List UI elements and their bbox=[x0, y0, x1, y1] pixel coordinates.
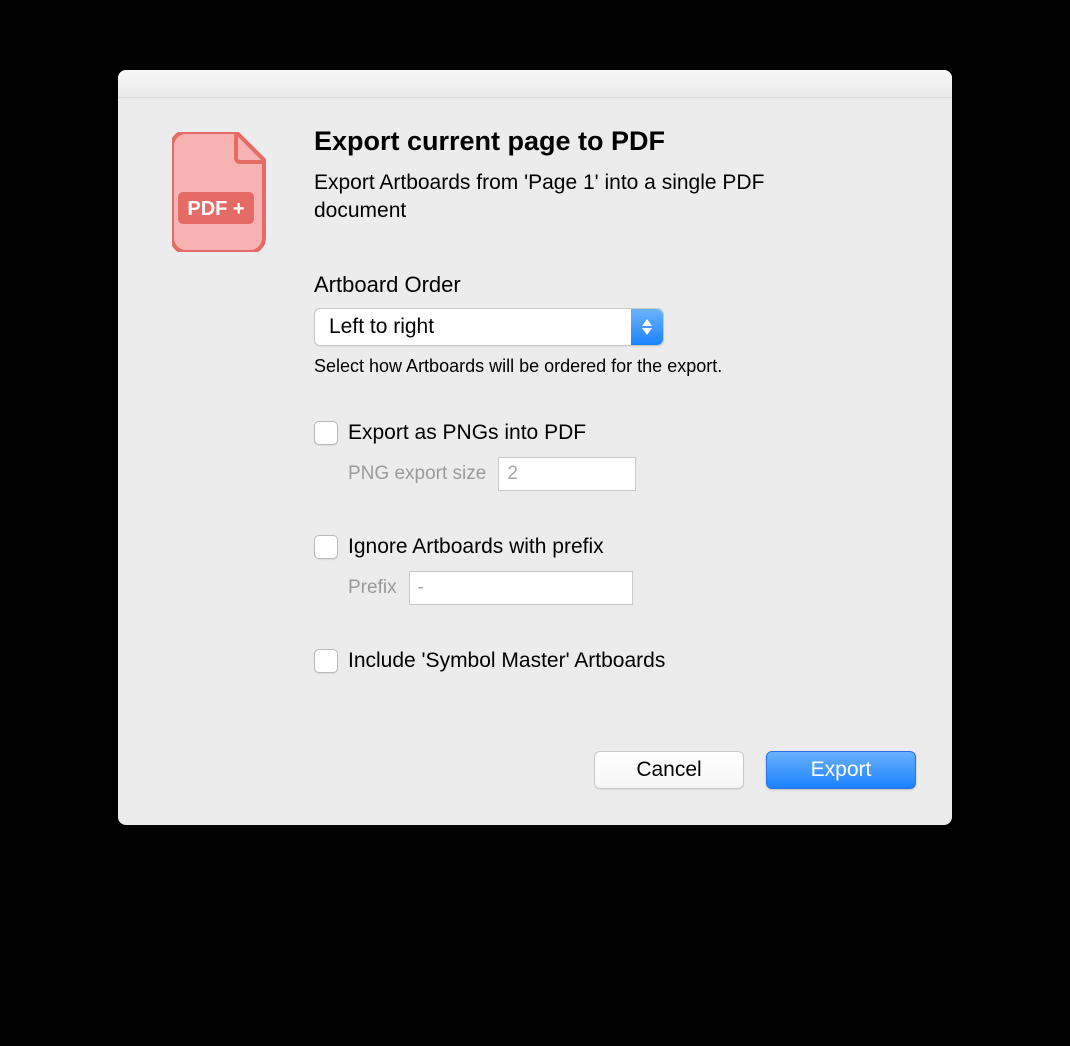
dialog-main-column: Export current page to PDF Export Artboa… bbox=[304, 126, 916, 789]
export-button[interactable]: Export bbox=[766, 751, 916, 789]
cancel-button[interactable]: Cancel bbox=[594, 751, 744, 789]
dialog-content: PDF + Export current page to PDF Export … bbox=[118, 98, 952, 825]
option-ignore-prefix: Ignore Artboards with prefix Prefix bbox=[314, 535, 916, 605]
prefix-label: Prefix bbox=[348, 577, 397, 599]
artboard-order-select[interactable]: Left to right bbox=[314, 308, 664, 346]
option-include-symbol-master: Include 'Symbol Master' Artboards bbox=[314, 649, 916, 673]
export-pngs-label: Export as PNGs into PDF bbox=[348, 421, 586, 445]
dialog-description: Export Artboards from 'Page 1' into a si… bbox=[314, 169, 834, 226]
export-pngs-checkbox[interactable] bbox=[314, 421, 338, 445]
artboard-order-value: Left to right bbox=[315, 315, 434, 339]
artboard-order-hint: Select how Artboards will be ordered for… bbox=[314, 356, 916, 377]
dialog-buttons: Cancel Export bbox=[314, 751, 916, 789]
dialog-icon-column: PDF + bbox=[154, 126, 304, 789]
export-pdf-dialog: PDF + Export current page to PDF Export … bbox=[118, 70, 952, 825]
ignore-prefix-label: Ignore Artboards with prefix bbox=[348, 535, 604, 559]
include-symbol-master-label: Include 'Symbol Master' Artboards bbox=[348, 649, 665, 673]
prefix-input[interactable] bbox=[409, 571, 633, 605]
svg-text:PDF +: PDF + bbox=[187, 198, 244, 220]
option-export-pngs: Export as PNGs into PDF PNG export size bbox=[314, 421, 916, 491]
include-symbol-master-checkbox[interactable] bbox=[314, 649, 338, 673]
png-size-input[interactable] bbox=[498, 457, 636, 491]
artboard-order-label: Artboard Order bbox=[314, 272, 916, 298]
pdf-plus-icon: PDF + bbox=[172, 132, 270, 252]
png-size-label: PNG export size bbox=[348, 463, 486, 485]
ignore-prefix-checkbox[interactable] bbox=[314, 535, 338, 559]
dialog-titlebar bbox=[118, 70, 952, 98]
updown-stepper-icon bbox=[631, 309, 663, 345]
dialog-title: Export current page to PDF bbox=[314, 126, 916, 157]
